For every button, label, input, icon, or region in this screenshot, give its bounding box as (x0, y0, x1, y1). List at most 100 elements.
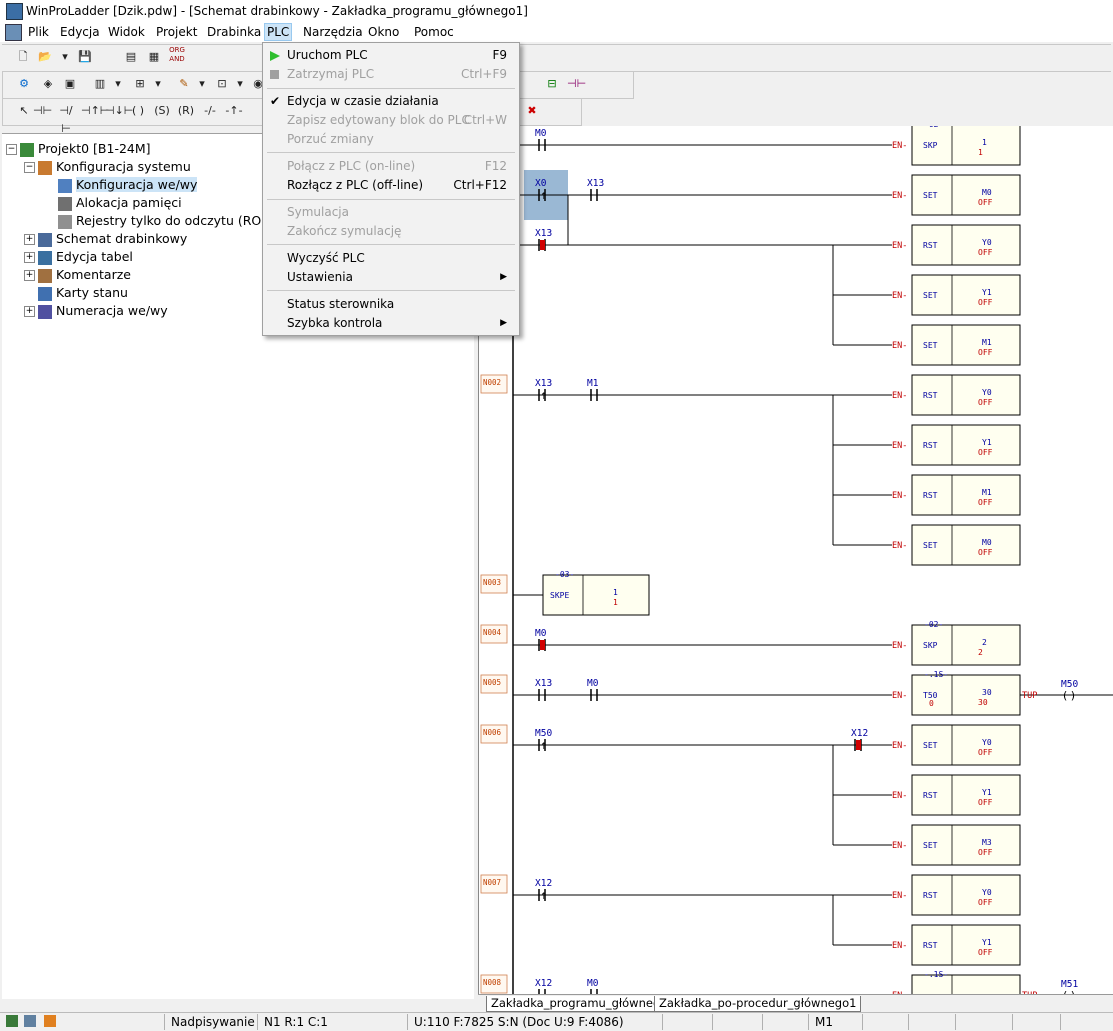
collapse-icon[interactable]: − (6, 144, 17, 155)
menu-item-online-edit[interactable]: ✔ Edycja w czasie działania (263, 92, 519, 111)
new-file-icon[interactable]: 🗋 (14, 48, 32, 66)
rung-label: N002 (483, 378, 501, 387)
menu-drabinka[interactable]: Drabinka (205, 24, 263, 40)
menu-item-stop-plc: Zatrzymaj PLC Ctrl+F9 (263, 65, 519, 84)
status-cell (908, 1014, 955, 1030)
tree-item-io-config[interactable]: Konfiguracja we/wy (58, 176, 198, 194)
tree-item-project[interactable]: − Projekt0 [B1-24M] (6, 140, 151, 158)
reset-coil-icon[interactable]: (R) (177, 102, 195, 120)
find-contact-icon[interactable]: ⊟ (543, 75, 561, 93)
coil-name: M50 (1061, 679, 1078, 690)
function-operand: M1 (982, 488, 992, 497)
sheet-tabs: Zakładka_programu_głównego1 Zakładka_po-… (478, 994, 1113, 1013)
function-status: OFF (978, 498, 993, 507)
status-cell (762, 1014, 814, 1030)
function-status: OFF (978, 798, 993, 807)
memory-icon[interactable]: ◈ (39, 75, 57, 93)
tree-item-ror[interactable]: Rejestry tylko do odczytu (ROR) (58, 212, 275, 230)
open-file-icon[interactable]: 📂 (36, 48, 54, 66)
function-operand: M3 (982, 838, 992, 847)
coil-icon[interactable]: ( ) (129, 102, 147, 120)
contact-b-icon[interactable]: ⊣/⊢ (57, 102, 75, 135)
select-cursor-icon[interactable]: ↖ (15, 102, 33, 120)
tree-item-system-config[interactable]: − Konfiguracja systemu (24, 158, 191, 176)
pencil-icon[interactable]: ✎ (175, 75, 193, 93)
up-diff-icon[interactable]: -↑- (225, 102, 243, 120)
chevron-down-icon[interactable]: ▾ (149, 75, 167, 93)
tree-item-status-pages[interactable]: Karty stanu (38, 284, 128, 302)
chevron-down-icon[interactable]: ▾ (231, 75, 249, 93)
menu-item-plc-status[interactable]: Status sterownika (263, 295, 519, 314)
menu-item-run-plc[interactable]: Uruchom PLC F9 (263, 46, 519, 65)
function-number: -02- (924, 620, 943, 629)
menu-projekt[interactable]: Projekt (154, 24, 199, 40)
expand-icon[interactable]: + (24, 270, 35, 281)
chevron-down-icon[interactable]: ▾ (193, 75, 211, 93)
io-config-icon (58, 178, 72, 193)
chevron-down-icon[interactable]: ▾ (109, 75, 127, 93)
invert-icon[interactable]: -/- (201, 102, 219, 120)
contact-name: M50 (535, 728, 552, 739)
delete-icon[interactable]: ✖ (523, 102, 541, 120)
function-operand: 2 (982, 638, 987, 647)
function-op: SET (923, 741, 938, 750)
status-icon[interactable]: ⊡ (213, 75, 231, 93)
function-operand: Y0 (982, 738, 992, 747)
title-bar: WinProLadder [Dzik.pdw] - [Schemat drabi… (0, 0, 1113, 22)
play-icon (270, 51, 280, 61)
app-icon (6, 3, 23, 20)
monitor-icon (24, 1015, 36, 1027)
function-operand: Y1 (982, 438, 992, 447)
tree-item-ladder[interactable]: + Schemat drabinkowy (24, 230, 187, 248)
tree-item-memory-alloc[interactable]: Alokacja pamięci (58, 194, 182, 212)
ror-icon[interactable]: ▣ (61, 75, 79, 93)
tree-item-tables[interactable]: + Edycja tabel (24, 248, 133, 266)
expand-icon[interactable]: + (24, 252, 35, 263)
set-coil-icon[interactable]: (S) (153, 102, 171, 120)
menu-plc[interactable]: PLC (264, 23, 293, 41)
io-config-icon[interactable]: ⚙ (15, 75, 33, 93)
menu-plik[interactable]: Plik (26, 24, 51, 40)
expand-icon[interactable]: + (24, 234, 35, 245)
function-op: RST (923, 791, 938, 800)
menu-item-quick-check[interactable]: Szybka kontrola ▶ (263, 314, 519, 333)
tree-item-comments[interactable]: + Komentarze (24, 266, 131, 284)
contact-up-icon[interactable]: ⊣↑⊢ (81, 102, 109, 120)
ladder-diagram[interactable]: N002 N003 N004 N005 N006 N007 N008 M0 EN- -02- SKP… (479, 126, 1113, 994)
menu-edycja[interactable]: Edycja (58, 24, 102, 40)
org-and-icon[interactable]: ORG AND (168, 46, 186, 64)
tab-subroutines[interactable]: Zakładka_po-procedur_głównego1 (654, 996, 862, 1012)
function-operand: 1 (613, 588, 618, 597)
find-coil-icon[interactable]: ⊣⊢ (567, 75, 586, 93)
tools-icon (38, 160, 52, 175)
menu-okno[interactable]: Okno (366, 24, 401, 40)
menu-item-disconnect[interactable]: Rozłącz z PLC (off-line) Ctrl+F12 (263, 176, 519, 195)
menu-item-settings[interactable]: Ustawienia ▶ (263, 268, 519, 287)
menu-pomoc[interactable]: Pomoc (412, 24, 456, 40)
ladder-editor[interactable]: N002 N003 N004 N005 N006 N007 N008 M0 EN- -02- SKP… (478, 126, 1113, 994)
tree-item-io-numbering[interactable]: + Numeracja we/wy (24, 302, 168, 320)
contact-name: X13 (535, 228, 552, 239)
compile-icon[interactable]: ⊞ (131, 75, 149, 93)
menu-widok[interactable]: Widok (106, 24, 147, 40)
menu-narzedzia[interactable]: Narzędzia (301, 24, 365, 40)
ladder-icon (38, 232, 52, 247)
chevron-down-icon[interactable]: ▾ (56, 48, 74, 66)
save-icon[interactable]: 💾 (76, 48, 94, 66)
rising-edge-mark: ↑ (540, 392, 548, 402)
window-title: WinProLadder [Dzik.pdw] - [Schemat drabi… (26, 4, 528, 18)
contact-a-icon[interactable]: ⊣⊢ (33, 102, 52, 120)
plc-icon (20, 142, 34, 157)
collapse-icon[interactable]: − (24, 162, 35, 173)
contact-down-icon[interactable]: ⊣↓⊢ (105, 102, 133, 120)
menu-item-simulation: Symulacja (287, 205, 349, 219)
monitor-icon[interactable]: ▥ (91, 75, 109, 93)
instruction-view-icon[interactable]: ▦ (145, 48, 163, 66)
document-icon[interactable] (5, 24, 22, 41)
expand-icon[interactable]: + (24, 306, 35, 317)
ladder-view-icon[interactable]: ▤ (122, 48, 140, 66)
menu-item-clear-plc[interactable]: Wyczyść PLC (263, 249, 519, 268)
menu-separator (267, 152, 515, 153)
function-op: SET (923, 841, 938, 850)
tab-main-program[interactable]: Zakładka_programu_głównego1 (486, 996, 680, 1012)
